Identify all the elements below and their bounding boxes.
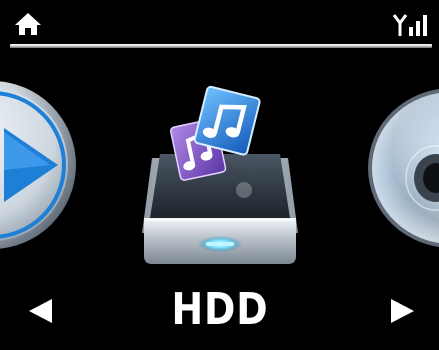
left-arrow-icon — [29, 299, 52, 323]
media-menu-screen: HDD — [0, 0, 439, 350]
hard-drive-music-icon — [142, 85, 298, 264]
carousel-item-next[interactable] — [366, 86, 439, 256]
carousel-item-previous[interactable] — [0, 80, 80, 250]
carousel-item-current[interactable] — [140, 68, 300, 268]
next-arrow-button[interactable] — [387, 296, 417, 326]
signal-strength-icon — [392, 12, 430, 38]
status-bar — [0, 0, 439, 44]
media-carousel — [0, 48, 439, 268]
right-arrow-icon — [391, 299, 414, 323]
previous-arrow-button[interactable] — [26, 296, 56, 326]
disc-icon — [368, 88, 439, 248]
home-icon[interactable] — [14, 12, 42, 36]
current-item-label: HDD — [171, 284, 269, 335]
play-button-icon — [0, 81, 76, 249]
